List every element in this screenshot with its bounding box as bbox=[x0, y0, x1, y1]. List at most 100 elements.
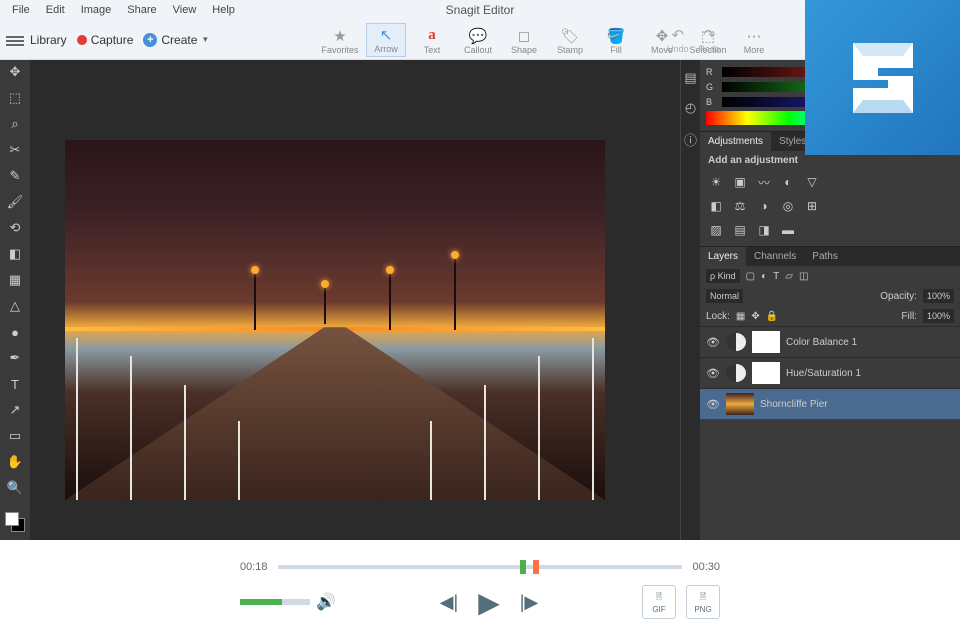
visibility-icon[interactable]: 👁 bbox=[706, 336, 720, 349]
blend-mode-select[interactable]: Normal bbox=[706, 289, 743, 303]
hue-icon[interactable]: ◧ bbox=[708, 198, 724, 214]
layer-shorncliffe-pier[interactable]: 👁 Shorncliffe Pier bbox=[700, 388, 960, 419]
visibility-icon[interactable]: 👁 bbox=[706, 367, 720, 380]
filter-text-icon[interactable]: T bbox=[773, 271, 779, 282]
path-tool-icon[interactable]: ↗ bbox=[7, 402, 23, 418]
zoom-tool-icon[interactable]: 🔍 bbox=[7, 480, 23, 496]
histogram-icon[interactable]: ▤ bbox=[684, 70, 696, 86]
menu-help[interactable]: Help bbox=[204, 2, 243, 18]
crop-tool-icon[interactable]: ✂ bbox=[7, 142, 23, 158]
opacity-value[interactable]: 100% bbox=[923, 289, 954, 303]
menu-icon[interactable] bbox=[6, 34, 24, 46]
layers-panel: Layers Channels Paths ρ Kind ▢ ◐ T ▱ ◫ Norma… bbox=[700, 246, 960, 419]
channel-mixer-icon[interactable]: ⊞ bbox=[804, 198, 820, 214]
exposure-icon[interactable]: ◐ bbox=[780, 174, 796, 190]
bw-icon[interactable]: ◑ bbox=[756, 198, 772, 214]
export-gif-button[interactable]: 🗎GIF bbox=[642, 585, 676, 619]
tab-channels[interactable]: Channels bbox=[746, 247, 804, 266]
export-png-button[interactable]: 🗎PNG bbox=[686, 585, 720, 619]
undo-redo: ↶Undo ↷Redo bbox=[667, 26, 720, 54]
lock-position-icon[interactable]: ✥ bbox=[751, 311, 759, 322]
opacity-label: Opacity: bbox=[880, 291, 917, 302]
volume-slider[interactable] bbox=[240, 599, 310, 605]
info-icon[interactable]: ⓘ bbox=[684, 130, 697, 149]
adjustment-layer-icon bbox=[726, 333, 746, 351]
more-icon: ⋯ bbox=[734, 27, 774, 45]
library-button[interactable]: Library bbox=[30, 33, 67, 47]
redo-button[interactable]: ↷Redo bbox=[698, 26, 720, 54]
tool-fill[interactable]: 🪣Fill bbox=[596, 25, 636, 57]
canvas[interactable] bbox=[30, 60, 680, 540]
tool-favorites[interactable]: ★Favorites bbox=[320, 25, 360, 57]
step-back-button[interactable]: ◀| bbox=[440, 592, 459, 613]
brightness-icon[interactable]: ☀ bbox=[708, 174, 724, 190]
layer-thumb bbox=[726, 393, 754, 415]
layer-name: Shorncliffe Pier bbox=[760, 399, 828, 410]
marker-end[interactable] bbox=[533, 560, 539, 574]
menu-share[interactable]: Share bbox=[119, 2, 164, 18]
menu-view[interactable]: View bbox=[165, 2, 205, 18]
star-icon: ★ bbox=[320, 27, 360, 45]
vibrance-icon[interactable]: ▽ bbox=[804, 174, 820, 190]
tab-layers[interactable]: Layers bbox=[700, 247, 746, 266]
tool-callout[interactable]: 💬Callout bbox=[458, 25, 498, 57]
tool-more[interactable]: ⋯More bbox=[734, 25, 774, 57]
timeline-track[interactable] bbox=[278, 565, 683, 569]
fill-value[interactable]: 100% bbox=[923, 309, 954, 323]
menu-file[interactable]: File bbox=[4, 2, 38, 18]
swatches-icon[interactable]: ◴ bbox=[685, 100, 696, 116]
marquee-tool-icon[interactable]: ⬚ bbox=[7, 90, 23, 106]
filter-smart-icon[interactable]: ◫ bbox=[799, 271, 808, 282]
clone-tool-icon[interactable]: ⟲ bbox=[7, 220, 23, 236]
dodge-tool-icon[interactable]: ● bbox=[7, 324, 23, 340]
threshold-icon[interactable]: ◨ bbox=[756, 222, 772, 238]
filter-adj-icon[interactable]: ◐ bbox=[761, 271, 767, 282]
marker-start[interactable] bbox=[520, 560, 526, 574]
text-tool-icon[interactable]: T bbox=[7, 376, 23, 392]
filter-pixel-icon[interactable]: ▢ bbox=[746, 271, 755, 282]
create-button[interactable]: +Create▼ bbox=[143, 33, 209, 47]
hand-tool-icon[interactable]: ✋ bbox=[7, 454, 23, 470]
tool-stamp[interactable]: 🏷Stamp bbox=[550, 25, 590, 57]
tool-arrow[interactable]: ↖Arrow bbox=[366, 23, 406, 57]
gradient-tool-icon[interactable]: ▦ bbox=[7, 272, 23, 288]
channel-b-label: B bbox=[706, 97, 718, 107]
shape-tool-icon[interactable]: ▭ bbox=[7, 428, 23, 444]
lock-all-icon[interactable]: 🔒 bbox=[766, 311, 778, 322]
adjustment-layer-icon bbox=[726, 364, 746, 382]
blur-tool-icon[interactable]: △ bbox=[7, 298, 23, 314]
play-button[interactable]: ▶ bbox=[478, 586, 500, 619]
eyedropper-tool-icon[interactable]: ✎ bbox=[7, 168, 23, 184]
posterize-icon[interactable]: ▤ bbox=[732, 222, 748, 238]
lock-pixels-icon[interactable]: ▦ bbox=[736, 311, 745, 322]
balance-icon[interactable]: ⚖ bbox=[732, 198, 748, 214]
curves-icon[interactable]: 〰 bbox=[756, 174, 772, 190]
menu-image[interactable]: Image bbox=[73, 2, 120, 18]
move-tool-icon[interactable]: ✥ bbox=[7, 64, 23, 80]
eraser-tool-icon[interactable]: ◧ bbox=[7, 246, 23, 262]
layer-filter-kind[interactable]: ρ Kind bbox=[706, 269, 740, 283]
speaker-icon[interactable]: 🔊 bbox=[316, 592, 336, 612]
capture-button[interactable]: Capture bbox=[77, 33, 134, 47]
tab-paths[interactable]: Paths bbox=[804, 247, 846, 266]
tool-text[interactable]: aText bbox=[412, 25, 452, 57]
filter-shape-icon[interactable]: ▱ bbox=[785, 271, 793, 282]
layer-hue-saturation[interactable]: 👁 Hue/Saturation 1 bbox=[700, 357, 960, 388]
brush-tool-icon[interactable]: 🖌 bbox=[7, 194, 23, 210]
timeline: 00:18 00:30 bbox=[240, 561, 720, 573]
step-forward-button[interactable]: |▶ bbox=[520, 592, 539, 613]
visibility-icon[interactable]: 👁 bbox=[706, 398, 720, 411]
tab-adjustments[interactable]: Adjustments bbox=[700, 132, 771, 151]
tool-shape[interactable]: ◻Shape bbox=[504, 25, 544, 57]
color-swatches[interactable] bbox=[5, 512, 25, 532]
undo-button[interactable]: ↶Undo bbox=[667, 26, 689, 54]
invert-icon[interactable]: ▨ bbox=[708, 222, 724, 238]
layer-color-balance[interactable]: 👁 Color Balance 1 bbox=[700, 326, 960, 357]
volume-control: 🔊 bbox=[240, 592, 336, 612]
photo-filter-icon[interactable]: ◎ bbox=[780, 198, 796, 214]
lasso-tool-icon[interactable]: ⌕ bbox=[7, 116, 23, 132]
menu-edit[interactable]: Edit bbox=[38, 2, 73, 18]
pen-tool-icon[interactable]: ✒ bbox=[7, 350, 23, 366]
gradient-map-icon[interactable]: ▬ bbox=[780, 222, 796, 238]
levels-icon[interactable]: ▣ bbox=[732, 174, 748, 190]
